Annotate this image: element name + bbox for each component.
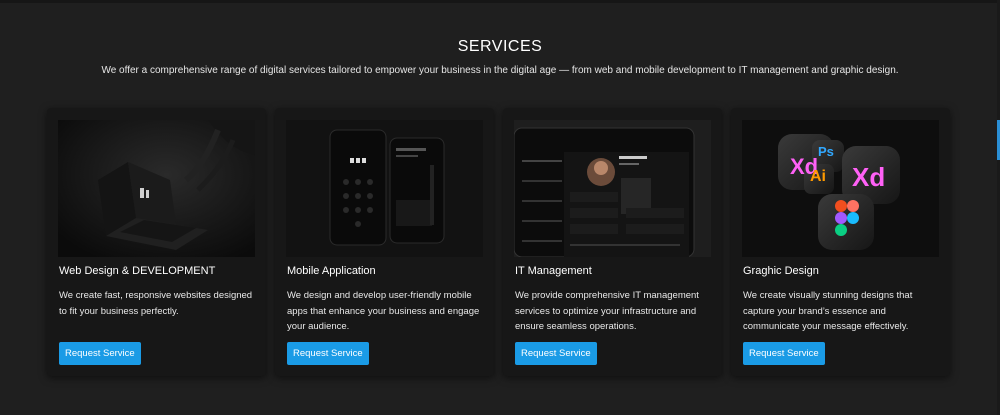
section-subtitle: We offer a comprehensive range of digita… <box>101 65 899 76</box>
card-description: We create visually stunning designs that… <box>743 290 913 332</box>
service-card-web: Web Design & DEVELOPMENT We create fast,… <box>47 108 266 376</box>
card-title: IT Management <box>515 265 592 277</box>
tablet-dashboard-image <box>514 120 711 257</box>
design-apps-icons-image: Xd Ps Ai Xd <box>742 120 939 257</box>
service-card-it: IT Management We provide comprehensive I… <box>503 108 722 376</box>
request-service-button[interactable]: Request Service <box>287 342 369 365</box>
card-title: Graghic Design <box>743 265 819 277</box>
phone-mockup-image <box>286 120 483 257</box>
ai-icon: Ai <box>810 168 826 185</box>
card-title: Web Design & DEVELOPMENT <box>59 265 216 277</box>
card-description: We provide comprehensive IT management s… <box>515 290 699 332</box>
service-card-mobile: Mobile Application We design and develop… <box>275 108 494 376</box>
card-description: We create fast, responsive websites desi… <box>59 290 253 317</box>
ps-icon: Ps <box>818 144 834 159</box>
card-title: Mobile Application <box>287 265 376 277</box>
service-card-graphic: Xd Ps Ai Xd Graghic Design We create vis… <box>731 108 950 376</box>
top-divider <box>0 0 1000 3</box>
request-service-button[interactable]: Request Service <box>59 342 141 365</box>
laptop-mockup-image <box>58 120 255 257</box>
request-service-button[interactable]: Request Service <box>743 342 825 365</box>
xd-icon: Xd <box>852 162 886 192</box>
request-service-button[interactable]: Request Service <box>515 342 597 365</box>
card-description: We design and develop user-friendly mobi… <box>287 290 480 332</box>
section-title: SERVICES <box>457 38 543 55</box>
